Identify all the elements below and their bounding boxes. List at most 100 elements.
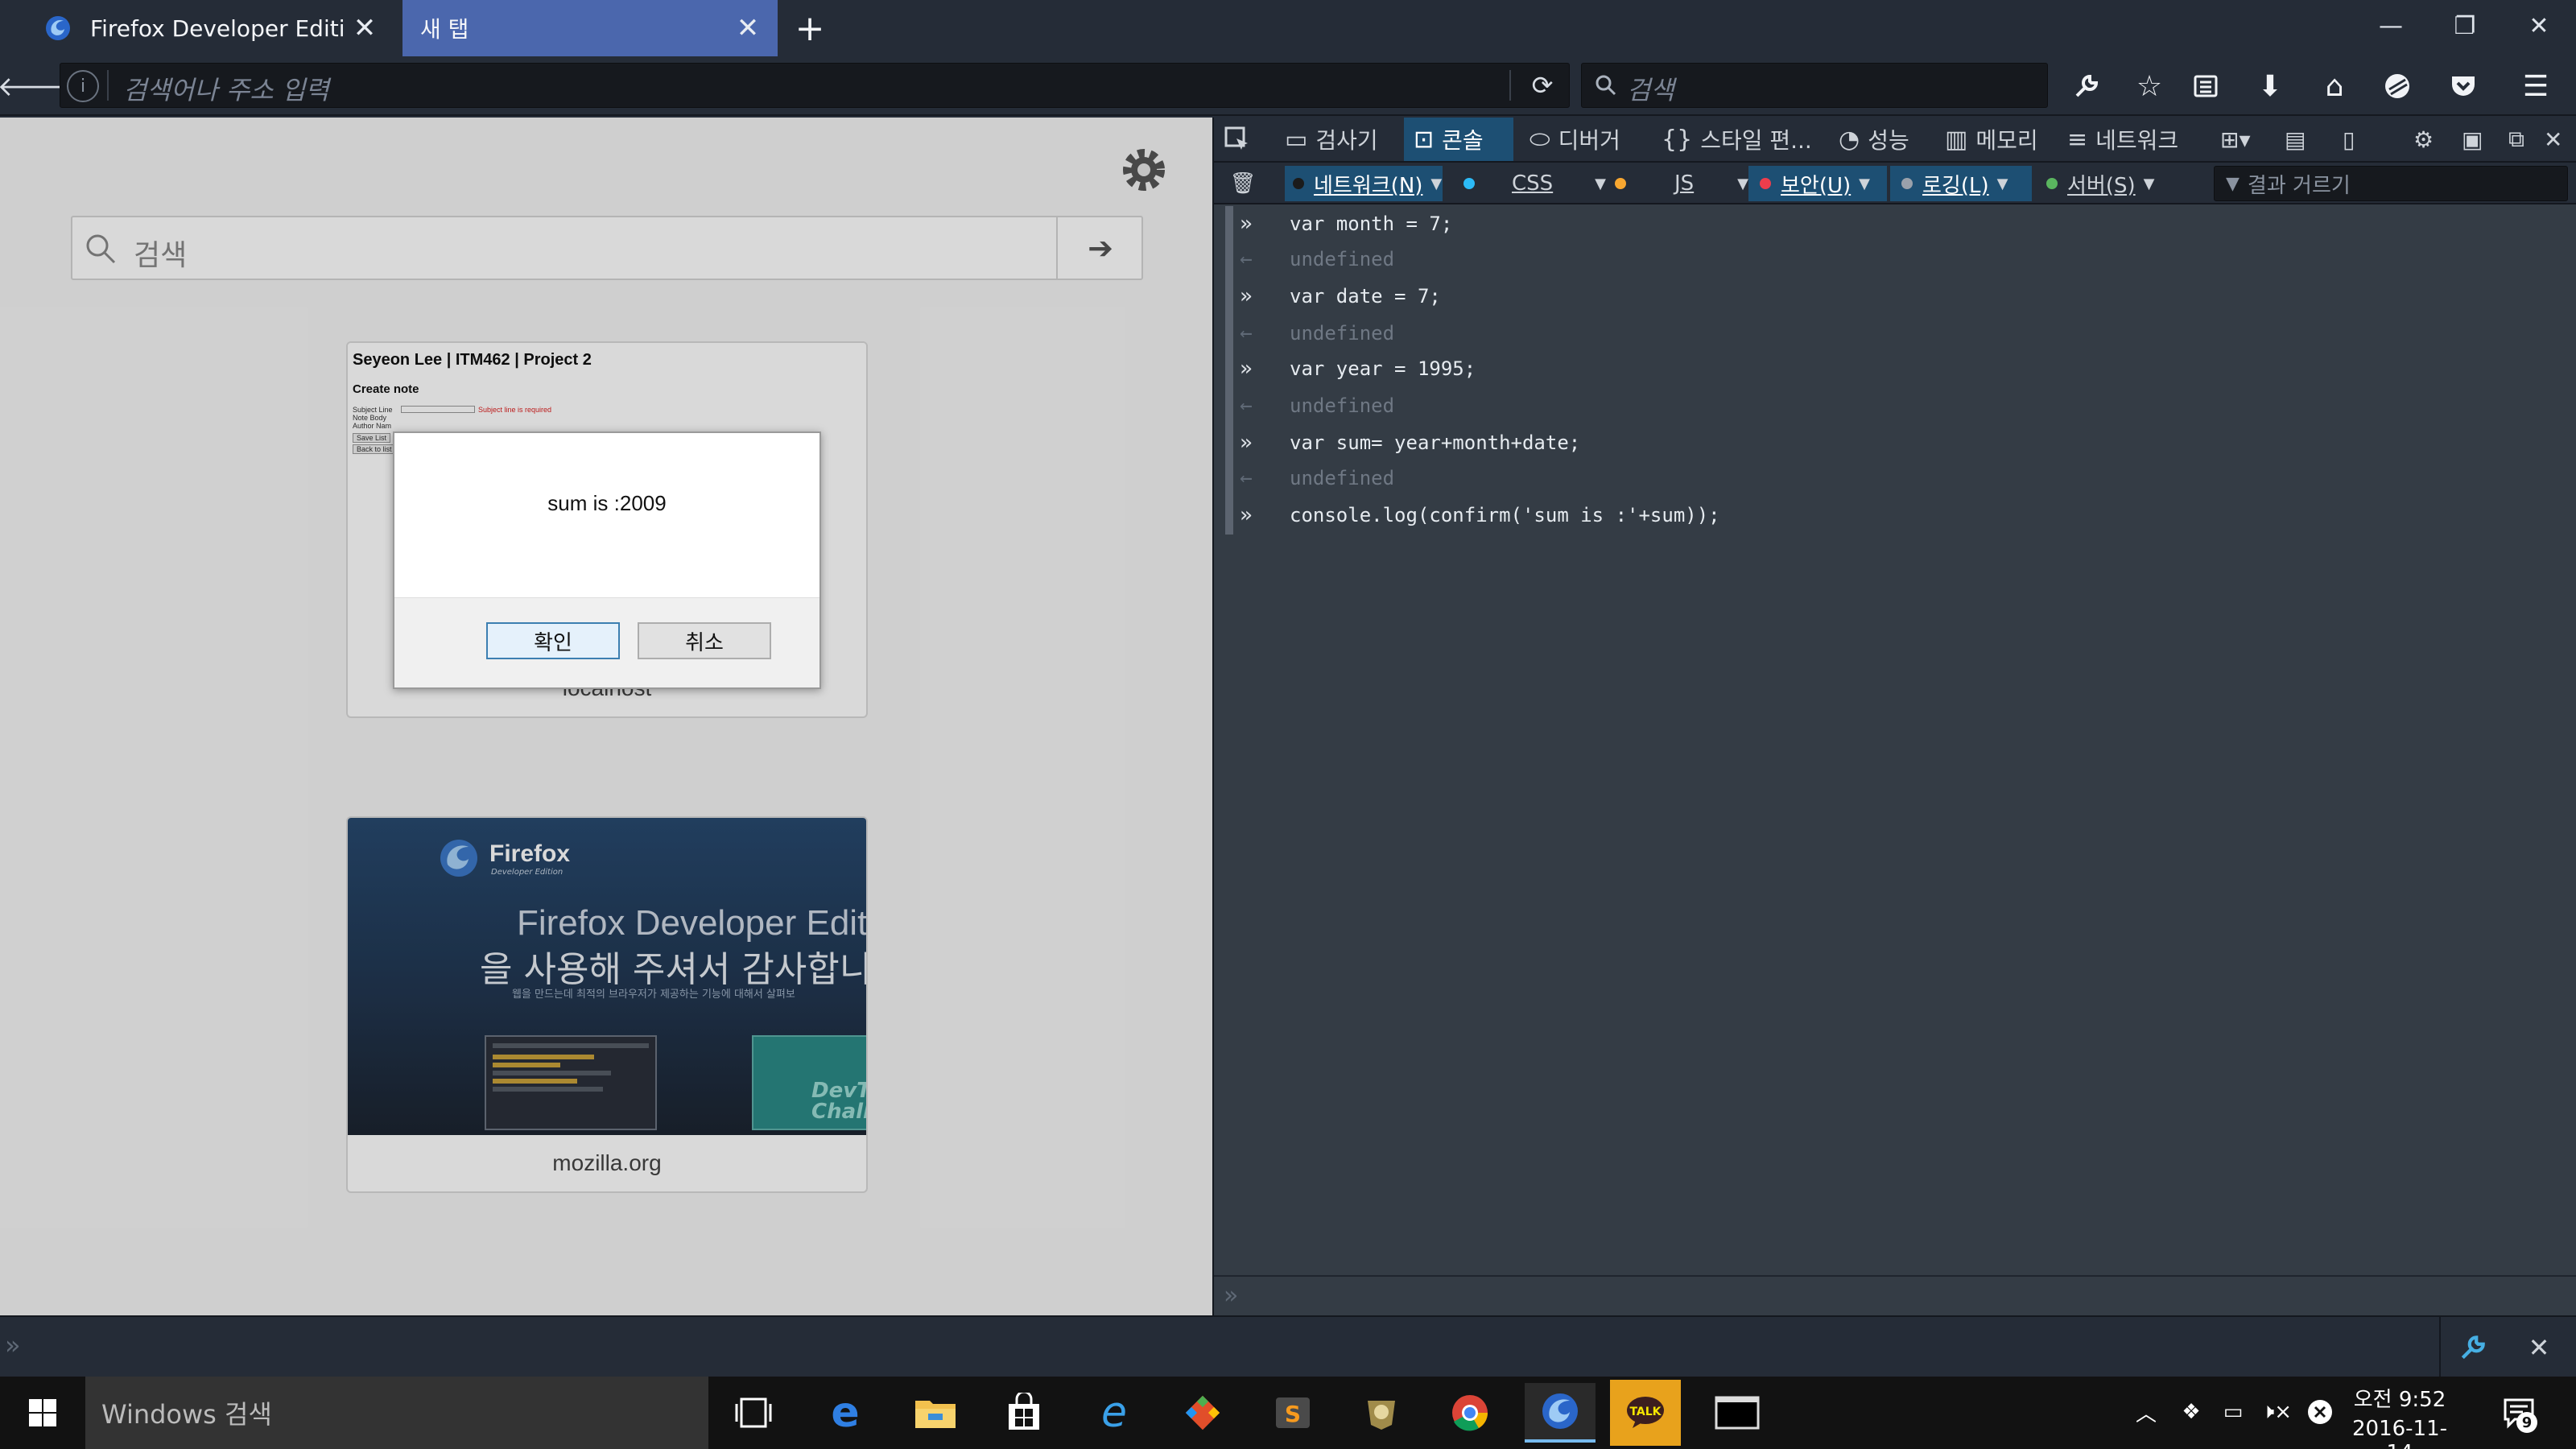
developer-toolbar: » ✕	[0, 1315, 2576, 1377]
filter-server[interactable]: 서버(S) ▼	[2035, 166, 2180, 201]
tab-inspector[interactable]: ▭ 검사기	[1275, 118, 1396, 161]
responsive-mode-icon[interactable]: ▯	[2333, 118, 2378, 161]
search-bar[interactable]: 검색	[1581, 63, 2048, 108]
ok-button[interactable]: 확인	[486, 622, 620, 659]
download-icon[interactable]: ⬇	[2246, 63, 2294, 109]
store-icon[interactable]	[989, 1383, 1059, 1443]
task-view-icon[interactable]	[718, 1383, 789, 1443]
battery-icon[interactable]: ▭	[2215, 1396, 2251, 1428]
toolbox-layout-icon[interactable]: ⊞▾	[2211, 118, 2267, 161]
close-icon[interactable]: ✕	[2516, 1325, 2562, 1370]
windows-search-box[interactable]: Windows 검색	[85, 1377, 708, 1449]
input-chevron-icon: »	[1240, 212, 1253, 236]
scratchpad-icon[interactable]: ▤	[2275, 118, 2320, 161]
cancel-button[interactable]: 취소	[638, 622, 771, 659]
tab-label: 성능	[1868, 127, 1909, 154]
bookmark-star-icon[interactable]: ☆	[2125, 63, 2174, 109]
edge-icon[interactable]: e	[810, 1383, 881, 1443]
internet-explorer-icon[interactable]: e	[1079, 1383, 1150, 1443]
command-line-input[interactable]	[0, 1317, 2439, 1377]
url-bar[interactable]: i 검색어나 주소 입력 ⟳	[60, 63, 1570, 108]
filter-label: 서버(S)	[2067, 173, 2136, 198]
svg-text:TALK: TALK	[1629, 1406, 1662, 1418]
tab-label: 검사기	[1315, 127, 1378, 154]
tab-memory[interactable]: ▥ 메모리	[1935, 118, 2056, 161]
dock-bottom-icon[interactable]: ▣	[2452, 118, 2497, 161]
clock-date[interactable]: 2016-11-14	[2347, 1417, 2452, 1449]
console-gutter	[1225, 206, 1233, 535]
window-close-button[interactable]: ✕	[2507, 3, 2571, 48]
restore-button[interactable]: ❐	[2433, 3, 2497, 48]
tab-debugger[interactable]: ⬭ 디버거	[1520, 118, 1649, 161]
settings-icon[interactable]: ⚙	[2404, 118, 2449, 161]
filter-logging[interactable]: 로깅(L) ▼	[1890, 166, 2032, 201]
console-filter-input[interactable]: ▼ 결과 거르기	[2214, 166, 2568, 201]
search-icon	[1590, 68, 1622, 102]
devtools-toolbar: ▭ 검사기 ⊡ 콘솔 ⬭ 디버거 {} 스타일 편... ◔ 성능 ▥ 메모리 ≡ 네트워크 …	[1214, 118, 2576, 163]
element-picker-icon[interactable]	[1214, 118, 1265, 161]
tab-network[interactable]: ≡ 네트워크	[2058, 118, 2194, 161]
filter-label: 보안(U)	[1781, 173, 1852, 198]
inspector-icon: ▭	[1285, 125, 1308, 154]
filter-label: 네트워크(N)	[1314, 173, 1423, 198]
new-tab-button[interactable]: +	[786, 5, 834, 52]
divider	[107, 70, 109, 101]
tab-style-editor[interactable]: {} 스타일 편...	[1652, 118, 1827, 161]
firefox-dev-edition-icon[interactable]	[1525, 1383, 1596, 1443]
tab-label: 콘솔	[1442, 127, 1484, 154]
chrome-icon[interactable]	[1435, 1383, 1505, 1443]
console-text: var sum= year+month+date;	[1290, 431, 1581, 454]
tab-label: 디버거	[1558, 127, 1620, 154]
dropbox-icon[interactable]: ❖	[2174, 1396, 2209, 1428]
close-icon[interactable]: ✕	[345, 8, 385, 48]
dialog-message: sum is :2009	[547, 491, 667, 515]
unknown-app-icon[interactable]	[1346, 1383, 1417, 1443]
filter-network[interactable]: 네트워크(N) ▼	[1285, 166, 1443, 201]
search-placeholder: 검색	[1627, 75, 1674, 105]
file-explorer-icon[interactable]	[900, 1383, 971, 1443]
filter-js[interactable]: JS ▼	[1607, 166, 1748, 201]
network-icon: ≡	[2067, 125, 2088, 154]
action-center-icon[interactable]: 9	[2496, 1391, 2544, 1435]
clear-console-icon[interactable]: 🗑	[1227, 166, 1259, 201]
toolbox-wrench-icon[interactable]	[2450, 1325, 2496, 1370]
output-arrow-icon: ←	[1240, 466, 1253, 490]
pocket-icon[interactable]	[2439, 63, 2487, 109]
output-arrow-icon: ←	[1240, 321, 1253, 345]
tab-title: Firefox Developer Edition...	[90, 14, 345, 42]
network-disconnected-icon[interactable]	[2304, 1396, 2336, 1428]
start-button[interactable]	[0, 1377, 85, 1449]
notification-badge: 9	[2516, 1412, 2537, 1433]
menu-icon[interactable]: ☰	[2512, 63, 2560, 109]
filter-security[interactable]: 보안(U) ▼	[1748, 166, 1887, 201]
filter-css[interactable]: CSS ▼	[1455, 166, 1606, 201]
git-icon[interactable]	[1167, 1383, 1238, 1443]
bookmarks-list-icon[interactable]	[2182, 63, 2230, 109]
tab-performance[interactable]: ◔ 성능	[1829, 118, 1934, 161]
reload-icon[interactable]: ⟳	[1522, 67, 1563, 104]
info-icon[interactable]: i	[67, 70, 99, 102]
volume-muted-icon[interactable]: 🕨×	[2259, 1396, 2294, 1428]
hello-icon[interactable]	[2373, 63, 2421, 109]
console-output-line: ← undefined	[1240, 242, 2560, 277]
filter-label: CSS	[1512, 171, 1554, 196]
console-input[interactable]: »	[1214, 1275, 2576, 1315]
devtools-close-icon[interactable]: ✕	[2534, 118, 2576, 161]
tab-firefox-dev-edition[interactable]: Firefox Developer Edition... ✕	[32, 0, 394, 56]
kakaotalk-icon[interactable]: TALK	[1610, 1380, 1681, 1446]
tab-console[interactable]: ⊡ 콘솔	[1404, 118, 1513, 161]
home-icon[interactable]: ⌂	[2310, 63, 2359, 109]
minimize-button[interactable]: —	[2359, 3, 2423, 48]
clock-time[interactable]: 오전 9:52	[2347, 1383, 2452, 1413]
back-button[interactable]: 🡐	[0, 64, 71, 108]
filter-label: JS	[1674, 171, 1695, 196]
filter-label: 로깅(L)	[1922, 173, 1989, 198]
console-input-line: » var date = 7;	[1240, 279, 2560, 314]
memory-icon: ▥	[1945, 125, 1968, 154]
tray-expand-icon[interactable]: ︿	[2130, 1396, 2162, 1428]
terminal-icon[interactable]	[1702, 1383, 1773, 1443]
close-icon[interactable]: ✕	[728, 8, 768, 48]
wrench-icon[interactable]	[2062, 63, 2111, 109]
sublime-text-icon[interactable]: S	[1257, 1383, 1328, 1443]
tab-new-tab[interactable]: 새 탭 ✕	[402, 0, 778, 56]
